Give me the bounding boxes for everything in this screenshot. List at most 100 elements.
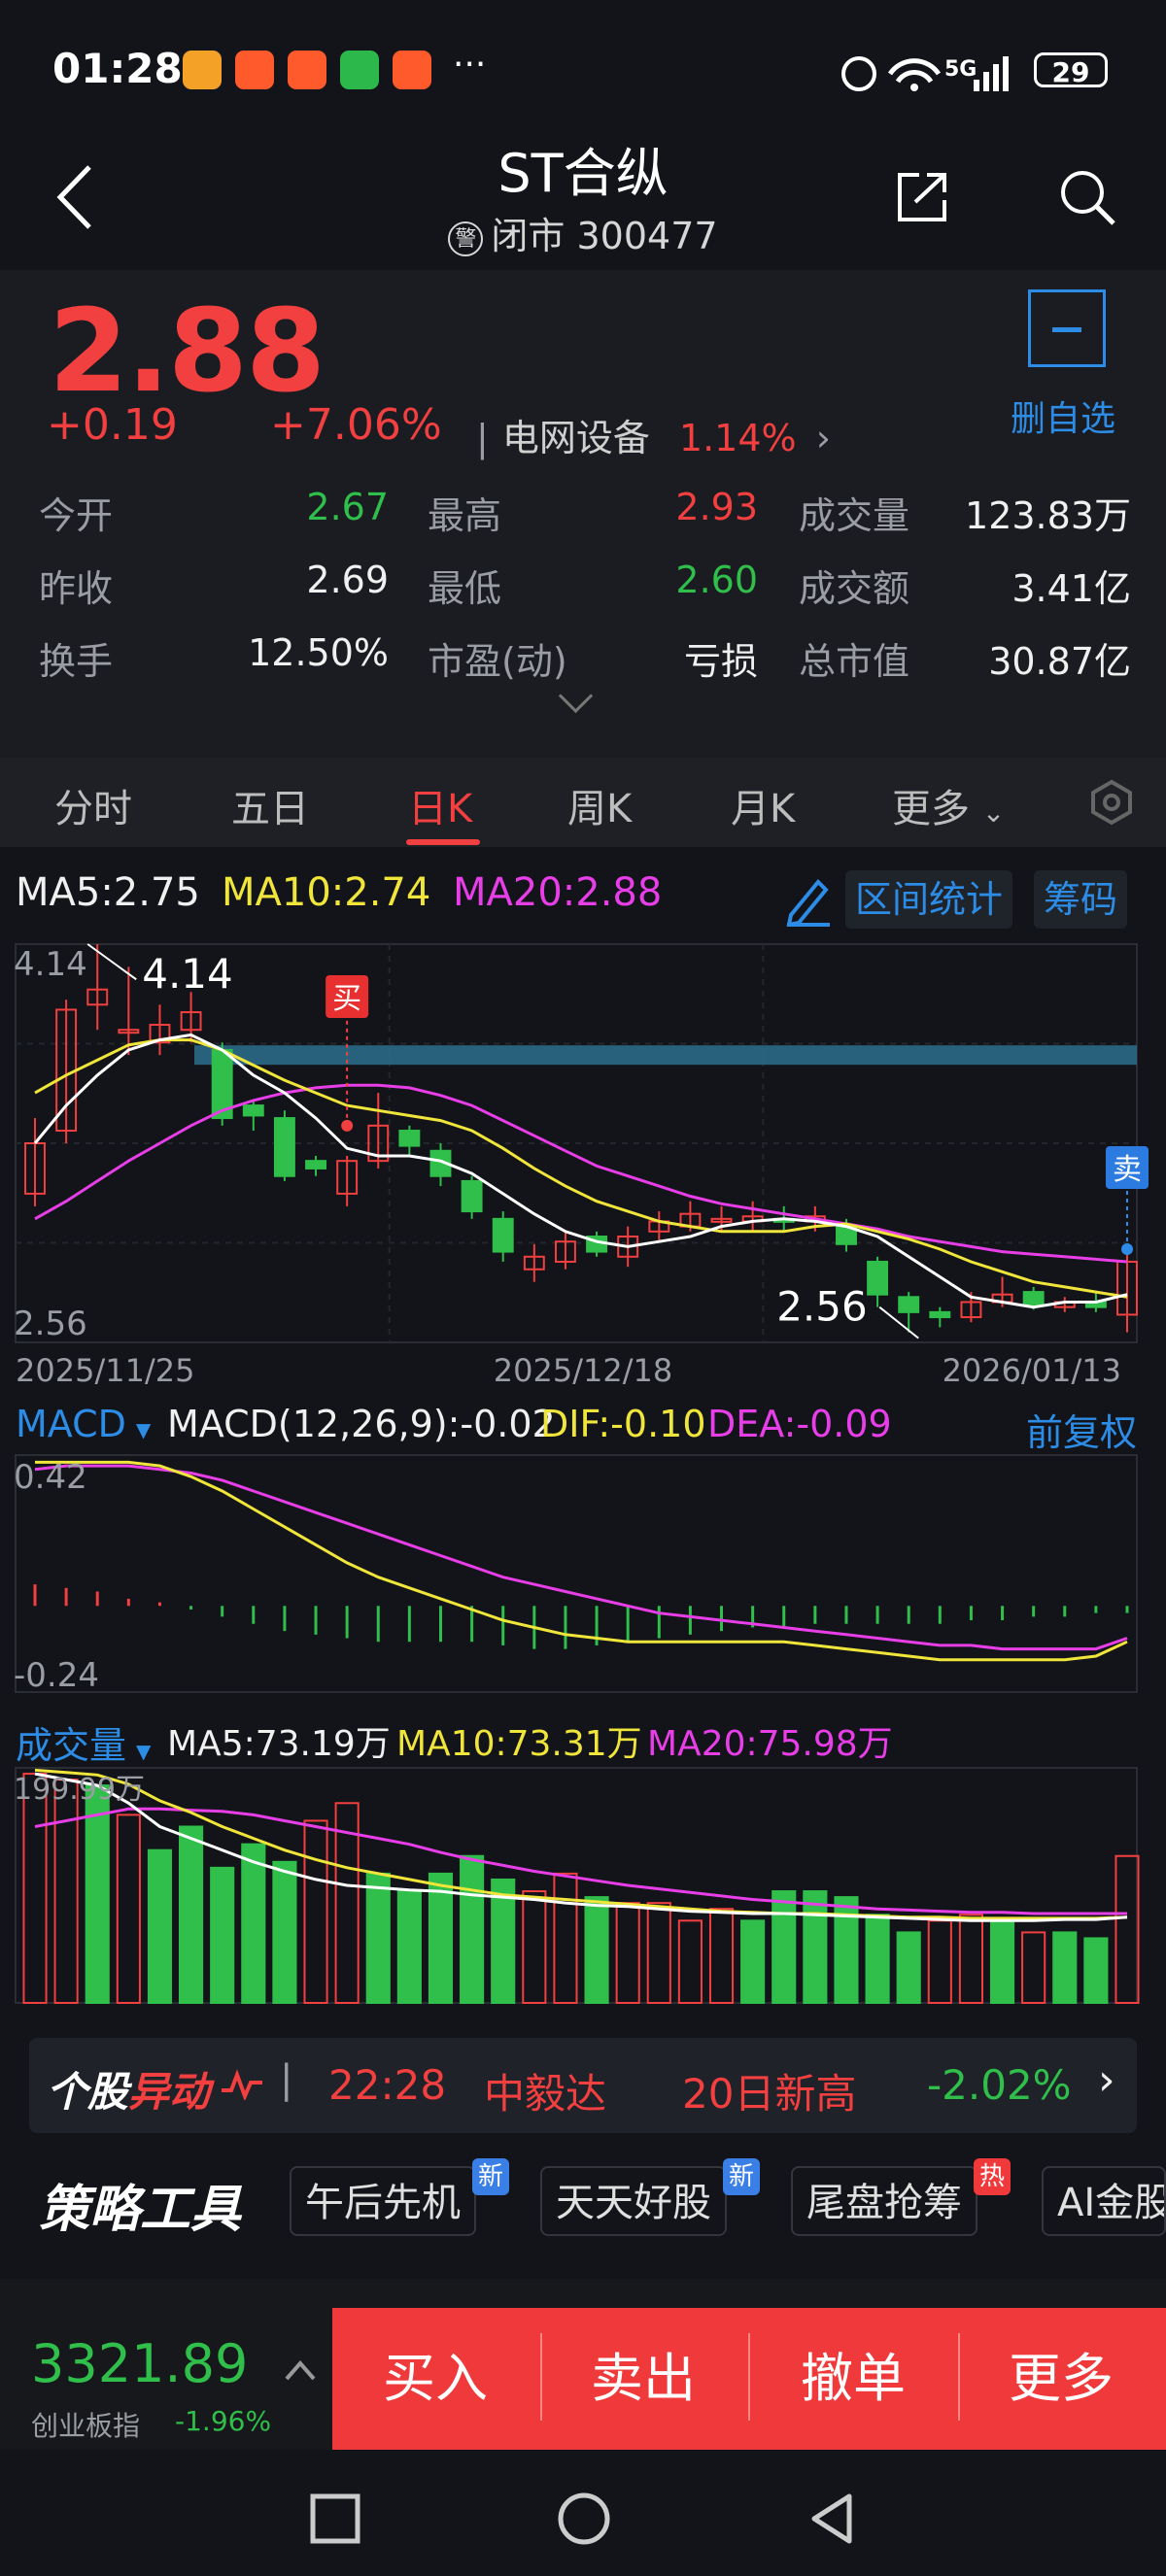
warning-badge: 警 [448, 220, 484, 256]
volume-bar-down [210, 1866, 235, 2004]
divider [958, 2333, 960, 2421]
stat-label: 成交额 [799, 567, 910, 610]
industry-link[interactable]: | 电网设备 1.14% › [476, 408, 831, 461]
app-icon-3 [288, 51, 326, 89]
buy-marker-dot [341, 1119, 354, 1132]
home-icon[interactable] [556, 2491, 612, 2547]
ma10-legend: MA10:2.74 [222, 870, 431, 915]
stat-value: 123.83万 [965, 494, 1131, 537]
macd-dea: DEA:-0.09 [707, 1403, 892, 1445]
ma5-legend: MA5:2.75 [16, 870, 200, 915]
volume-bar-up [708, 1908, 735, 2004]
status-bar: 01:28 ··· 5G 29 [0, 0, 1166, 136]
macd-indicator-select[interactable]: MACD ▼ [16, 1403, 151, 1445]
volume-bar-up [1115, 1854, 1140, 2004]
ticker-brand-1: 个股 [47, 2068, 129, 2116]
app-icon-5 [393, 51, 431, 89]
tool-ai-stock[interactable]: AI金股 [1042, 2166, 1166, 2236]
tab-daily-k[interactable]: 日K [408, 777, 472, 833]
tool-closing-grab[interactable]: 尾盘抢筹 [791, 2166, 977, 2236]
volume-indicator-select[interactable]: 成交量 ▼ [16, 1715, 151, 1769]
tab-intraday[interactable]: 分时 [54, 777, 132, 833]
vol-ma5: MA5:73.19万 [167, 1724, 391, 1764]
candlestick-chart[interactable]: 4.14 2.56 4.14 2.56 买卖 2025/11/25 2025/12/18 20… [0, 932, 1166, 1389]
tab-more-label: 更多 [892, 787, 970, 831]
price-change-pct: +7.06% [270, 400, 442, 450]
system-nav-bar [0, 2450, 1166, 2576]
battery-indicator: 29 [1034, 52, 1108, 88]
vol-ma20: MA20:75.98万 [647, 1724, 893, 1764]
stat-value: 2.67 [306, 486, 389, 528]
index-value: 3321.89 [31, 2333, 249, 2394]
volume-bar-down [147, 1848, 173, 2004]
adjust-mode-button[interactable]: 前复权 [1026, 1403, 1137, 1456]
volume-bar-up [22, 1773, 48, 2004]
industry-pct: 1.14% [678, 417, 797, 459]
volume-bar-up [116, 1813, 141, 2005]
volume-bar-up [615, 1902, 640, 2004]
stat-label: 成交量 [799, 494, 910, 537]
chips-button[interactable]: 筹码 [1034, 870, 1128, 929]
volume-bar-down [272, 1860, 297, 2004]
signal-icon [974, 80, 979, 91]
candle-down [398, 1130, 421, 1147]
remove-watchlist-label[interactable]: 删自选 [1011, 390, 1115, 441]
share-icon[interactable] [894, 167, 952, 225]
market-status-code: 闭市 300477 [491, 215, 718, 257]
sell-button[interactable]: 卖出 [591, 2335, 696, 2412]
section-divider [0, 2279, 1166, 2308]
candle-down [242, 1104, 264, 1117]
tab-monthly-k[interactable]: 月K [731, 777, 795, 833]
movement-ticker[interactable]: 个股异动 | 22:28 中毅达 20日新高 -2.02% › [29, 2038, 1137, 2133]
settings-hex-icon[interactable] [1088, 779, 1135, 826]
tool-afternoon[interactable]: 午后先机 [290, 2166, 476, 2236]
more-actions-button[interactable]: 更多 [1009, 2335, 1114, 2412]
dif-line [35, 1460, 1128, 1662]
last-price: 2.88 [49, 284, 326, 418]
remove-watchlist-button[interactable] [1028, 289, 1106, 367]
pencil-icon[interactable] [783, 872, 834, 927]
stock-subtitle: 警闭市 300477 [0, 206, 1166, 259]
volume-bar-up [646, 1902, 671, 2004]
volume-bar-up [522, 1890, 547, 2004]
candle-down [492, 1217, 514, 1253]
index-quote[interactable]: 3321.89 创业板指 -1.96% [0, 2308, 332, 2450]
volume-bar-down [584, 1896, 609, 2005]
recents-icon[interactable] [309, 2492, 361, 2545]
ticker-pct: -2.02% [927, 2061, 1072, 2109]
stat-label: 最高 [428, 494, 502, 537]
macd-dif: DIF:-0.10 [540, 1403, 706, 1445]
tab-five-day[interactable]: 五日 [231, 777, 309, 833]
status-time: 01:28 [52, 45, 183, 92]
range-stats-button[interactable]: 区间统计 [845, 870, 1013, 929]
volume-bar-up [1021, 1931, 1046, 2004]
x-date-label: 2025/12/18 [494, 1352, 672, 1389]
volume-bar-down [241, 1843, 266, 2005]
active-tab-indicator [406, 839, 480, 845]
low-label: 2.56 [776, 1283, 868, 1331]
back-nav-icon[interactable] [806, 2491, 857, 2547]
tool-daily-stock[interactable]: 天天好股 [540, 2166, 727, 2236]
sell-marker-dot [1121, 1242, 1133, 1255]
dea-line [34, 1464, 1128, 1651]
macd-chart[interactable]: 0.42 -0.24 [0, 1453, 1166, 1702]
search-icon[interactable] [1057, 167, 1117, 227]
index-name: 创业板指 [31, 2410, 141, 2442]
macd-bottom-label: -0.24 [14, 1656, 99, 1695]
cancel-order-button[interactable]: 撤单 [801, 2335, 906, 2412]
ma20-legend: MA20:2.88 [453, 870, 663, 915]
stock-title: ST合纵 [497, 143, 669, 204]
tab-more[interactable]: 更多 ⌄ [892, 777, 1005, 833]
new-tag: 新 [723, 2158, 761, 2195]
stat-value: 2.69 [306, 559, 389, 601]
chevron-right-icon: › [815, 417, 831, 459]
volume-bar-down [460, 1854, 485, 2004]
y-axis-top-label: 4.14 [14, 945, 87, 984]
tab-weekly-k[interactable]: 周K [567, 777, 632, 833]
volume-chart[interactable]: 199.99万 [0, 1764, 1166, 2013]
ticker-event: 20日新高 [682, 2070, 857, 2118]
pulse-icon [222, 2069, 262, 2100]
sell-marker-label: 卖 [1113, 1153, 1142, 1187]
buy-button[interactable]: 买入 [383, 2335, 488, 2412]
candle-down [273, 1117, 295, 1177]
